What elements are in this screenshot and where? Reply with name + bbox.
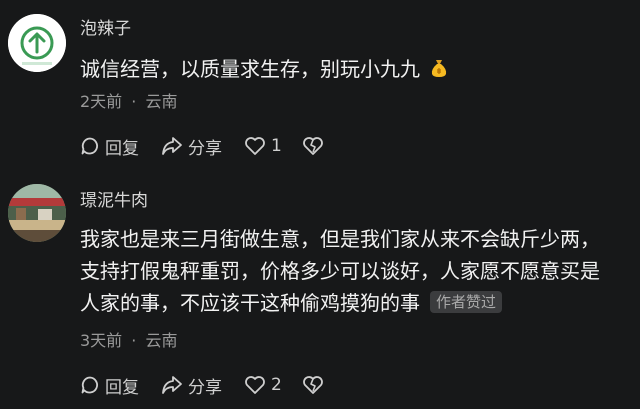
meta-separator: · [131,331,137,350]
meta-separator: · [131,92,137,111]
like-count: 2 [271,375,282,395]
reply-icon [81,137,98,155]
comment-text: 诚信经营，以质量求生存，别玩小九九 [80,53,448,85]
like-count: 1 [271,136,282,156]
comment-time: 3天前 [80,331,123,350]
comment-actions: 回复 分享 1 [80,133,324,159]
broken-heart-icon [302,376,323,394]
dislike-button[interactable] [302,136,324,156]
broken-heart-icon [302,137,323,155]
comment-text-line-with-badge: 人家的事，不应该干这种偷鸡摸狗的事 作者赞过 [80,287,600,319]
money-bag-icon [432,60,447,77]
like-button[interactable]: 1 [244,136,282,156]
author-liked-badge: 作者赞过 [430,291,503,313]
username[interactable]: 璟泥牛肉 [80,190,148,212]
market-photo [8,184,66,242]
heart-icon [245,376,265,394]
username[interactable]: 泡辣子 [80,18,131,40]
heart-icon [245,137,265,155]
comment-text-line: 我家也是来三月街做生意，但是我们家从来不会缺斤少两， [80,227,600,251]
dislike-button[interactable] [302,375,324,395]
share-icon [162,137,182,155]
comment-location: 云南 [145,331,178,350]
comment-text-line: 支持打假鬼秤重罚，价格多少可以谈好，人家愿不愿意买是 [80,259,600,283]
reply-label: 回复 [105,377,139,398]
like-button[interactable]: 2 [244,375,282,395]
comment-time: 2天前 [80,92,123,111]
comment-text-line: 诚信经营，以质量求生存，别玩小九九 [80,57,420,81]
comment-location: 云南 [145,92,178,111]
reply-button[interactable]: 回复 [80,373,139,398]
comment-text-line: 人家的事，不应该干这种偷鸡摸狗的事 [80,291,420,315]
share-button[interactable]: 分享 [161,134,222,159]
share-label: 分享 [188,377,222,398]
up-arrow-icon [8,14,66,72]
share-icon [162,376,182,394]
comment-text: 我家也是来三月街做生意，但是我们家从来不会缺斤少两， 支持打假鬼秤重罚，价格多少… [80,223,600,319]
comment-meta: 2天前 · 云南 [80,91,177,113]
avatar[interactable] [8,184,66,242]
comment-actions: 回复 分享 2 [80,372,324,398]
comment-meta: 3天前 · 云南 [80,330,177,352]
reply-icon [81,376,98,394]
reply-button[interactable]: 回复 [80,134,139,159]
share-label: 分享 [188,138,222,159]
avatar[interactable] [8,14,66,72]
reply-label: 回复 [105,138,139,159]
share-button[interactable]: 分享 [161,373,222,398]
